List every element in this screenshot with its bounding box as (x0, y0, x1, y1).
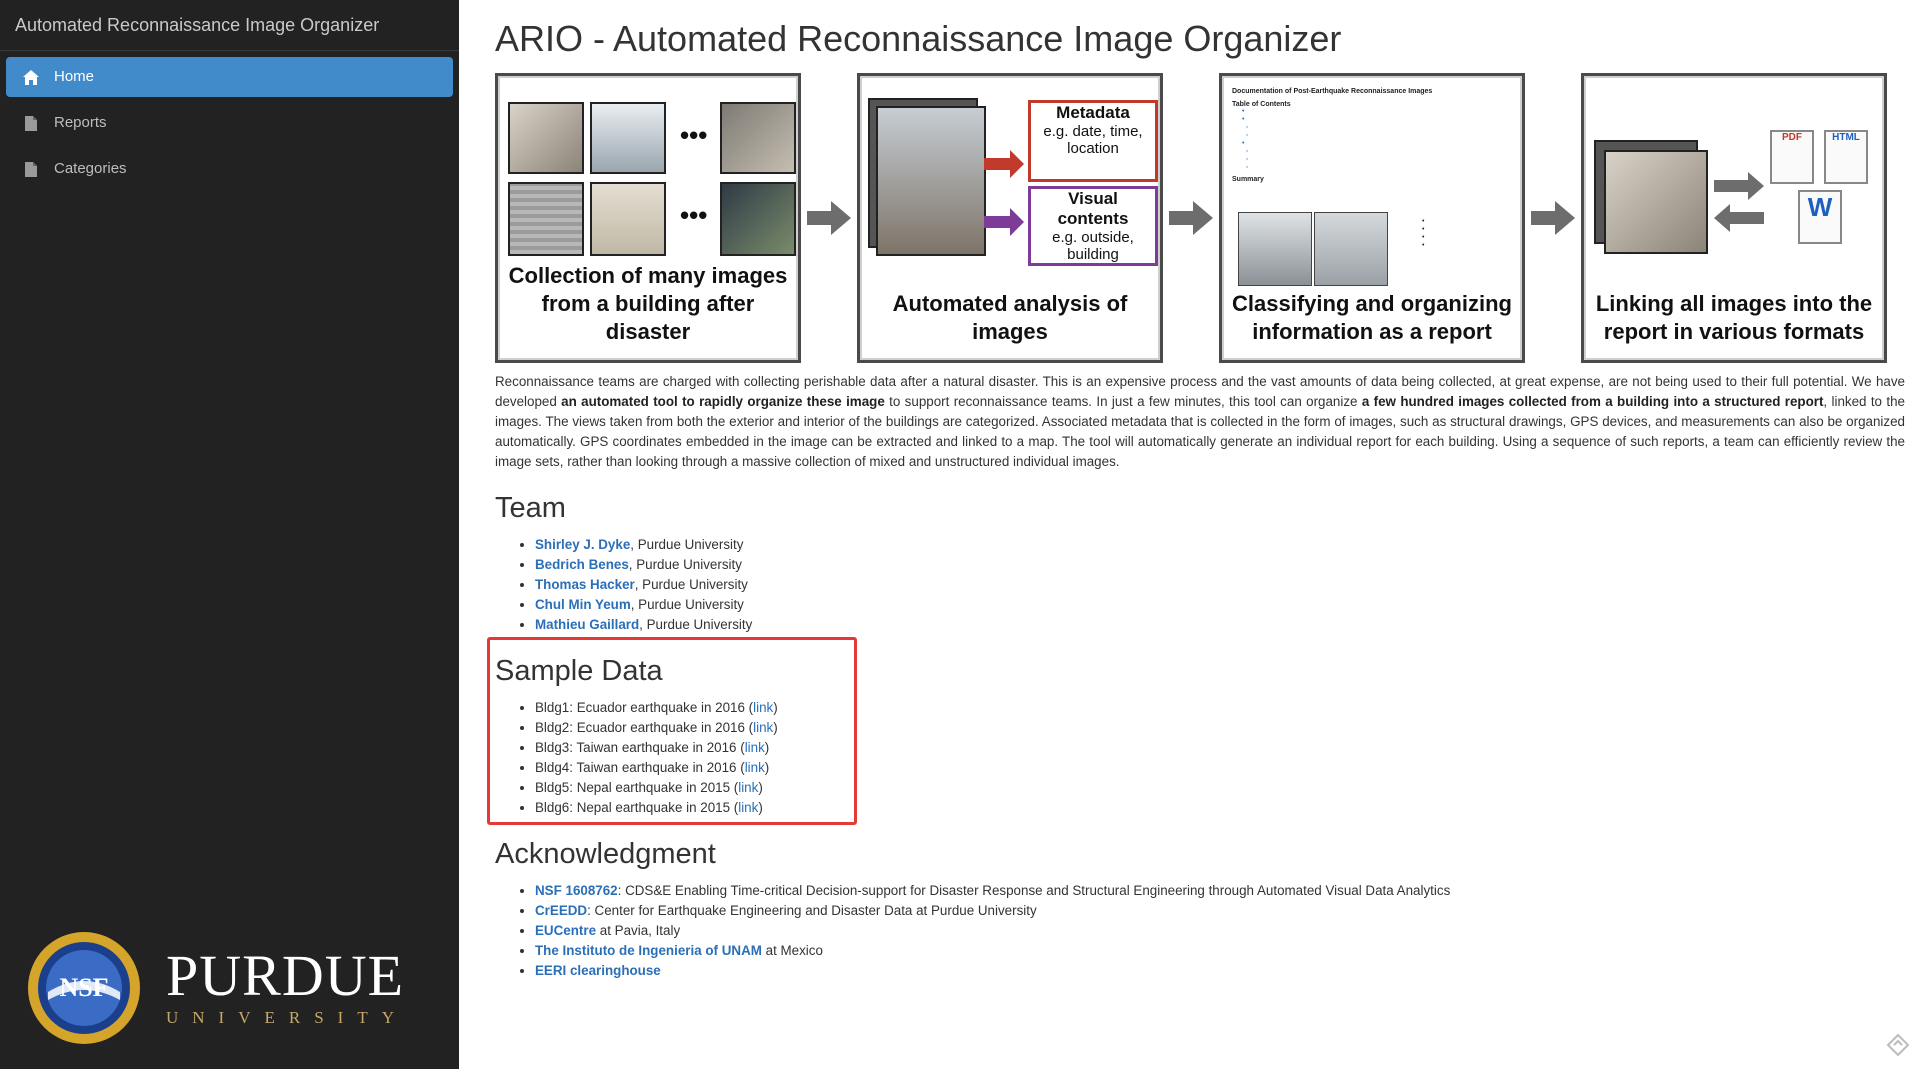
svg-text:NSF: NSF (59, 973, 108, 1002)
home-icon (22, 68, 40, 86)
acknowledgment-list: NSF 1608762: CDS&E Enabling Time-critica… (495, 881, 1905, 981)
list-item: Thomas Hacker, Purdue University (535, 575, 1905, 595)
sidebar: Automated Reconnaissance Image Organizer… (0, 0, 459, 1069)
list-item: Bedrich Benes, Purdue University (535, 555, 1905, 575)
team-member-link[interactable]: Thomas Hacker (535, 577, 635, 592)
panel-analysis: Metadata e.g. date, time, location Visua… (857, 73, 1163, 363)
sponsor-logos: NSF PURDUE UNIVERSITY (26, 930, 436, 1046)
photo-thumbnail (1604, 150, 1708, 254)
scroll-to-top-icon[interactable] (1886, 1033, 1910, 1057)
workflow-figure: ••• ••• Collection of many images from a… (495, 68, 1905, 368)
photo-thumbnail (590, 182, 666, 256)
ack-link[interactable]: CrEEDD (535, 903, 587, 918)
page-title: ARIO - Automated Reconnaissance Image Or… (495, 18, 1342, 59)
app-brand[interactable]: Automated Reconnaissance Image Organizer (0, 0, 459, 51)
metadata-box: Metadata e.g. date, time, location (1028, 100, 1158, 182)
panel-caption: Automated analysis of images (892, 291, 1128, 344)
visual-contents-box: Visual contents e.g. outside, building (1028, 186, 1158, 266)
list-item: Chul Min Yeum, Purdue University (535, 595, 1905, 615)
photo-thumbnail (1238, 212, 1312, 286)
ack-link[interactable]: EERI clearinghouse (535, 963, 661, 978)
panel-report: Documentation of Post-Earthquake Reconna… (1219, 73, 1525, 363)
sidebar-nav: Home Reports Categories (0, 57, 459, 189)
arrow-right-icon (801, 68, 857, 368)
arrow-icons (984, 150, 1024, 236)
photo-thumbnail (1314, 212, 1388, 286)
team-member-link[interactable]: Bedrich Benes (535, 557, 629, 572)
arrow-right-icon (1163, 68, 1219, 368)
list-item: Shirley J. Dyke, Purdue University (535, 535, 1905, 555)
sidebar-item-reports[interactable]: Reports (6, 103, 453, 143)
sample-data-highlight-box (487, 637, 857, 825)
list-item: EUCentre at Pavia, Italy (535, 921, 1905, 941)
report-preview: Documentation of Post-Earthquake Reconna… (1232, 84, 1508, 286)
ack-link[interactable]: NSF 1608762 (535, 883, 618, 898)
list-item: NSF 1608762: CDS&E Enabling Time-critica… (535, 881, 1905, 901)
sidebar-item-label: Home (54, 68, 95, 85)
main-content: ARIO - Automated Reconnaissance Image Or… (495, 0, 1905, 981)
sidebar-item-label: Categories (54, 160, 127, 177)
list-item: CrEEDD: Center for Earthquake Engineerin… (535, 901, 1905, 921)
project-description: Reconnaissance teams are charged with co… (495, 374, 1905, 469)
photo-thumbnail (508, 182, 584, 256)
panel-caption: Collection of many images from a buildin… (508, 263, 788, 344)
photo-thumbnail (590, 102, 666, 174)
ellipsis-icon: ••• (680, 200, 708, 230)
team-member-link[interactable]: Chul Min Yeum (535, 597, 631, 612)
photo-thumbnail (720, 102, 796, 174)
bidirectional-arrow-icon (1714, 172, 1764, 232)
sidebar-item-home[interactable]: Home (6, 57, 453, 97)
ack-link[interactable]: EUCentre (535, 923, 596, 938)
arrow-right-icon (1525, 68, 1581, 368)
list-item: Mathieu Gaillard, Purdue University (535, 615, 1905, 635)
team-list: Shirley J. Dyke, Purdue University Bedri… (495, 535, 1905, 635)
file-icon (22, 160, 40, 178)
sidebar-item-label: Reports (54, 114, 107, 131)
team-member-link[interactable]: Mathieu Gaillard (535, 617, 639, 632)
word-icon: W (1798, 190, 1842, 244)
ack-link[interactable]: The Instituto de Ingenieria of UNAM (535, 943, 762, 958)
panel-collection: ••• ••• Collection of many images from a… (495, 73, 801, 363)
panel-caption: Classifying and organizing information a… (1232, 291, 1512, 344)
purdue-logo: PURDUE UNIVERSITY (166, 943, 408, 1028)
team-heading: Team (495, 492, 566, 524)
panel-caption: Linking all images into the report in va… (1595, 291, 1873, 344)
file-icon (22, 114, 40, 132)
nsf-logo: NSF (28, 932, 140, 1044)
list-item: The Instituto de Ingenieria of UNAM at M… (535, 941, 1905, 961)
html-icon: HTML (1824, 130, 1868, 184)
ellipsis-icon: ••• (680, 120, 708, 150)
pdf-icon: PDF (1770, 130, 1814, 184)
photo-thumbnail (508, 102, 584, 174)
list-item: EERI clearinghouse (535, 961, 1905, 981)
photo-thumbnail (720, 182, 796, 256)
panel-linking: PDF HTML W Linking all images into the r… (1581, 73, 1887, 363)
photo-stack (876, 106, 986, 256)
team-member-link[interactable]: Shirley J. Dyke (535, 537, 630, 552)
acknowledgment-heading: Acknowledgment (495, 838, 716, 870)
sidebar-item-categories[interactable]: Categories (6, 149, 453, 189)
